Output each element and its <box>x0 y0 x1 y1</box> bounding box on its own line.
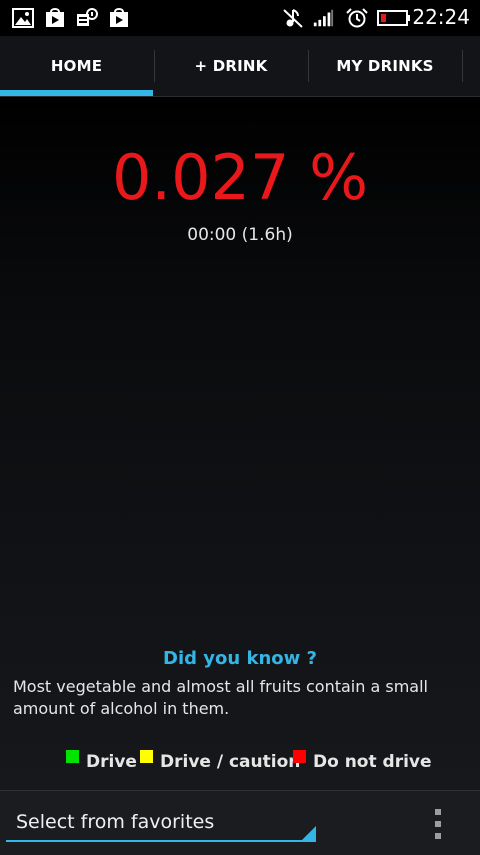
bottom-bar: Select from favorites <box>0 790 480 855</box>
bac-value: 0.027 % <box>111 141 369 214</box>
tab-divider <box>462 50 463 82</box>
dropdown-arrow-icon <box>300 826 316 842</box>
favorites-spinner-label: Select from favorites <box>16 811 215 833</box>
legend-label: Do not drive <box>313 752 432 772</box>
overflow-menu-icon[interactable] <box>424 807 452 841</box>
home-panel: 0.027 % 00:00 (1.6h) Did you know ? Most… <box>0 97 480 790</box>
menu-dot <box>435 809 441 815</box>
tab-add-drink[interactable]: + DRINK <box>155 36 307 96</box>
play-store-icon <box>46 8 64 27</box>
spinner-underline <box>6 840 316 842</box>
battery-icon <box>377 10 410 26</box>
menu-dot <box>435 833 441 839</box>
bac-time-info: 00:00 (1.6h) <box>187 225 293 245</box>
favorites-spinner[interactable]: Select from favorites <box>6 801 316 843</box>
legend-item-drive: Drive <box>66 749 146 773</box>
menu-dot <box>435 821 441 827</box>
tab-my-drinks[interactable]: MY DRINKS <box>309 36 461 96</box>
legend-swatch-green <box>66 750 79 763</box>
play-store-icon <box>110 8 128 27</box>
legend-label: Drive / caution <box>160 752 301 772</box>
legend-swatch-red <box>293 750 306 763</box>
legend-swatch-yellow <box>140 750 153 763</box>
legend-label: Drive <box>86 752 137 772</box>
status-bar: 22:24 <box>0 0 480 36</box>
voicemail-icon <box>77 8 98 26</box>
legend-item-do-not-drive: Do not drive <box>293 749 443 773</box>
alarm-icon <box>346 8 368 28</box>
muted-icon <box>283 9 303 28</box>
gallery-icon <box>12 8 34 28</box>
clock: 22:24 <box>412 5 470 29</box>
legend-item-caution: Drive / caution <box>140 749 300 773</box>
tab-home[interactable]: HOME <box>0 36 153 96</box>
did-you-know-text: Most vegetable and almost all fruits con… <box>13 677 428 718</box>
signal-icon <box>313 9 334 27</box>
selected-tab-indicator <box>0 90 153 96</box>
did-you-know-title: Did you know ? <box>163 648 317 669</box>
tab-bar: HOME + DRINK MY DRINKS <box>0 36 480 97</box>
